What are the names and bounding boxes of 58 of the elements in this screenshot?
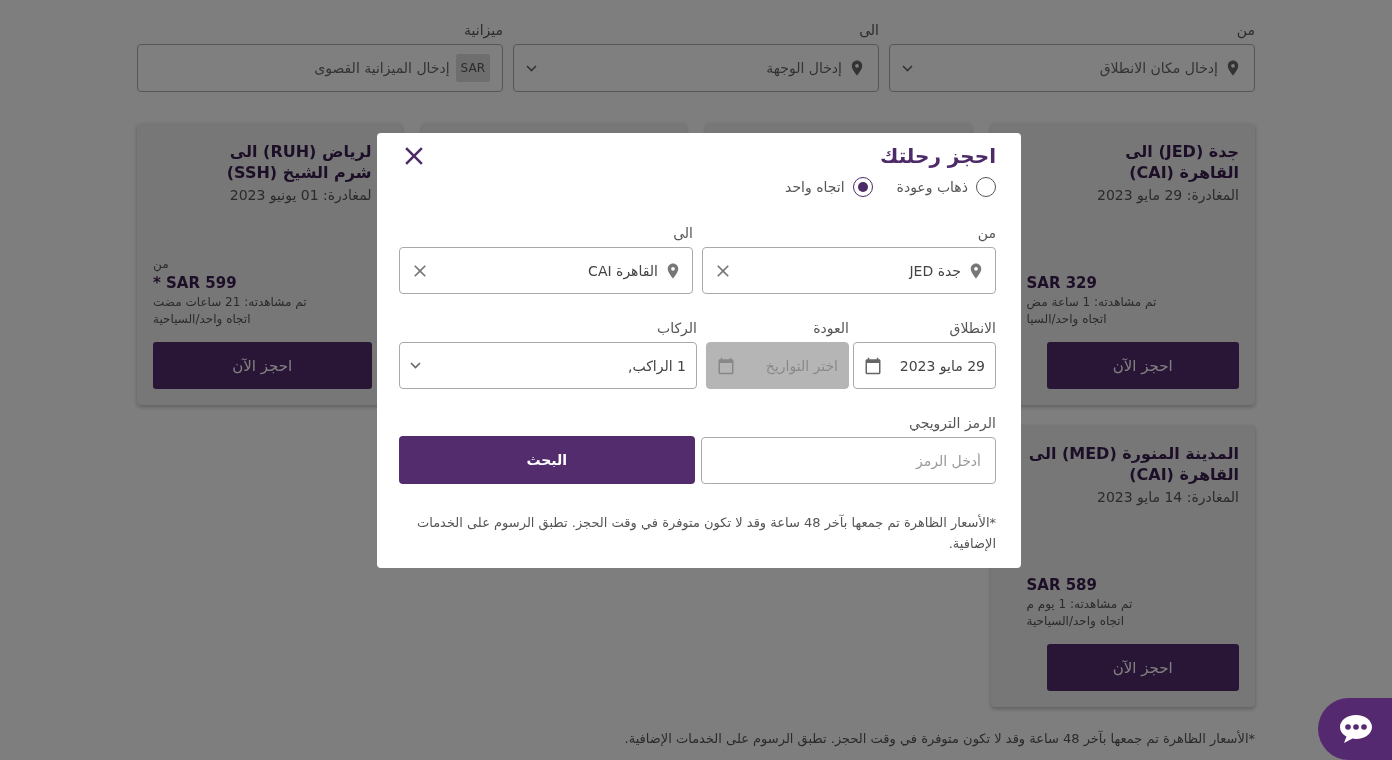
trip-type-radio[interactable]: ذهاب وعودة xyxy=(896,177,996,197)
viewed-time: تم مشاهدته: 21 ساعات مضت xyxy=(153,295,307,309)
field-label: من xyxy=(1235,22,1255,38)
radio-label: اتجاه واحد xyxy=(785,179,845,195)
viewed-time: تم مشاهدته: 1 يوم م xyxy=(1026,597,1133,611)
field-value: 29 مايو 2023 xyxy=(899,357,985,374)
trip-type-radio[interactable]: اتجاه واحد xyxy=(785,177,873,197)
field-label: الركاب xyxy=(656,320,697,336)
select-placeholder: إدخال الوجهة xyxy=(766,60,842,76)
chat-bubble-icon xyxy=(1338,713,1374,745)
search-button[interactable]: البحث xyxy=(399,436,695,484)
currency-tag: SAR xyxy=(455,54,490,82)
field-label: ميزانية xyxy=(463,22,503,38)
field-placeholder: إدخال الميزانية القصوى xyxy=(314,60,450,76)
trip-type: اتجاه واحد/السيا xyxy=(1026,312,1107,326)
chevron-icon xyxy=(902,64,913,72)
departure-date: المغادرة: 29 مايو 2023 xyxy=(1095,187,1239,203)
location-field[interactable]: القاهرة CAI xyxy=(399,247,693,294)
field-label: العودة xyxy=(812,320,849,336)
passengers-select[interactable]: 1 الراكب, xyxy=(399,342,697,389)
trip-type: اتجاه واحد/السياحية xyxy=(1026,614,1124,628)
price-disclaimer: *الأسعار الظاهرة تم جمعها بآخر 48 ساعة وقد لا تكون متوفرة في وقت الحجز. تطبق الرسوم على الخدمات الإضافية. xyxy=(623,731,1255,746)
location-field[interactable]: جدة JED xyxy=(702,247,996,294)
field-value: 1 الراكب, xyxy=(628,357,686,374)
route-title: القاهرة (CAI) xyxy=(1128,464,1239,485)
field-value: القاهرة CAI xyxy=(588,262,658,279)
route-title: شرم الشيخ (SSH) xyxy=(225,162,372,183)
field-label: من xyxy=(976,225,996,241)
departure-date: لمغادرة: 01 يونيو 2023 xyxy=(228,187,372,203)
price: SAR 589 xyxy=(1026,576,1097,594)
trip-type: اتجاه واحد/السياحية xyxy=(153,312,251,326)
chat-button[interactable] xyxy=(1318,698,1392,760)
chevron-icon xyxy=(526,64,537,72)
route-title: جدة (JED) الى xyxy=(1124,141,1239,162)
field-label: الى xyxy=(672,225,693,241)
calendar-icon xyxy=(864,356,882,375)
field-label: الى xyxy=(858,22,879,38)
book-now-button[interactable]: احجز الآن xyxy=(1046,644,1239,691)
viewed-time: تم مشاهدته: 1 ساعة مض xyxy=(1026,295,1157,309)
radio-label: ذهاب وعودة xyxy=(896,179,968,195)
route-title: القاهرة (CAI) xyxy=(1128,162,1239,183)
select-placeholder: إدخال مكان الانطلاق xyxy=(1099,60,1218,76)
field-label: الرمز الترويجي xyxy=(907,415,996,431)
calendar-icon xyxy=(717,356,735,375)
date-field[interactable]: 29 مايو 2023 xyxy=(853,342,996,389)
book-now-button[interactable]: احجز الآن xyxy=(1046,342,1239,389)
from-label: من xyxy=(153,257,169,271)
price-disclaimer: *الأسعار الظاهرة تم جمعها بآخر 48 ساعة وقد لا تكون متوفرة في وقت الحجز. تطبق الرسوم على الخدمات الإضافية. xyxy=(415,513,996,553)
book-now-button[interactable]: احجز الآن xyxy=(153,342,372,389)
departure-date: المغادرة: 14 مايو 2023 xyxy=(1095,489,1239,505)
price: * SAR 599 xyxy=(153,274,237,292)
field-label: الانطلاق xyxy=(948,320,996,336)
chevron-icon xyxy=(410,362,421,369)
dialog-title: احجز رحلتك xyxy=(880,144,996,168)
price: SAR 329 xyxy=(1026,274,1097,292)
route-title: لرياض (RUH) الى xyxy=(228,141,372,162)
route-title: المدينة المنورة (MED) الى xyxy=(1027,443,1239,464)
field-value: جدة JED xyxy=(909,262,961,279)
